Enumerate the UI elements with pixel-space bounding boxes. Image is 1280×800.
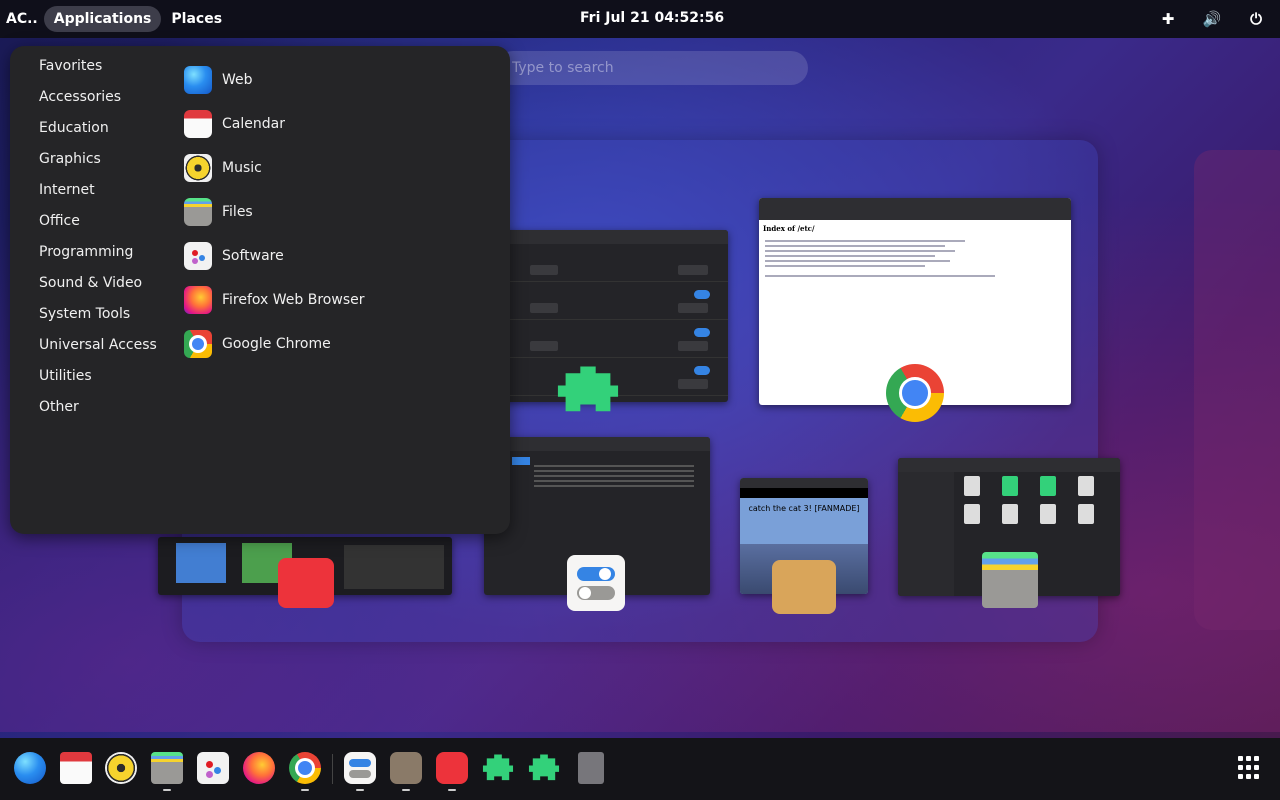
category-education[interactable]: Education — [39, 118, 157, 149]
files-icon[interactable] — [151, 752, 183, 791]
window-titlebar — [500, 230, 728, 244]
show-apps-grid-icon[interactable] — [1238, 756, 1262, 780]
app-label: Calendar — [222, 116, 285, 132]
game-title: catch the cat 3! [FANMADE] — [748, 504, 860, 513]
app-label: Google Chrome — [222, 336, 331, 352]
app-item-google-chrome[interactable]: Google Chrome — [184, 322, 365, 366]
search-input[interactable] — [512, 60, 792, 76]
clock[interactable]: Fri Jul 21 04:52:56 — [580, 10, 724, 26]
chrome-icon — [886, 364, 944, 422]
window-titlebar — [484, 437, 710, 451]
chrome-icon — [184, 330, 212, 358]
extensions-icon[interactable]: ✚ — [1158, 9, 1178, 29]
scratch-cat-icon — [772, 560, 836, 614]
extensions-icon[interactable] — [482, 754, 514, 781]
firefox-icon[interactable] — [243, 752, 275, 784]
category-programming[interactable]: Programming — [39, 242, 157, 273]
extension-row — [500, 244, 728, 282]
power-icon[interactable]: ⏻ — [1246, 9, 1266, 29]
category-universal-access[interactable]: Universal Access — [39, 335, 157, 366]
scratch-cat-icon[interactable] — [390, 752, 422, 791]
text-editor-icon[interactable] — [436, 752, 468, 791]
app-label: Software — [222, 248, 284, 264]
category-other[interactable]: Other — [39, 397, 157, 428]
category-system-tools[interactable]: System Tools — [39, 304, 157, 335]
music-icon — [184, 154, 212, 182]
app-item-firefox[interactable]: Firefox Web Browser — [184, 278, 365, 322]
files-icon — [982, 552, 1038, 608]
applications-menu: Favorites Accessories Education Graphics… — [10, 46, 510, 534]
dock-separator — [332, 754, 333, 784]
software-icon — [184, 242, 212, 270]
music-icon[interactable] — [105, 752, 137, 784]
text-editor-icon — [278, 558, 334, 608]
app-item-web[interactable]: Web — [184, 58, 365, 102]
next-workspace-thumbnail[interactable] — [1194, 150, 1280, 630]
page-heading: Index of /etc/ — [763, 224, 815, 233]
extensions-window[interactable] — [500, 230, 728, 402]
app-label: Web — [222, 72, 253, 88]
extension-row — [500, 320, 728, 358]
extension-manager-icon[interactable] — [528, 754, 560, 781]
category-office[interactable]: Office — [39, 211, 157, 242]
calendar-icon[interactable] — [60, 752, 92, 784]
calendar-icon — [184, 110, 212, 138]
app-item-music[interactable]: Music — [184, 146, 365, 190]
app-item-software[interactable]: Software — [184, 234, 365, 278]
web-browser-icon[interactable] — [14, 752, 46, 784]
firefox-icon — [184, 286, 212, 314]
app-label: Firefox Web Browser — [222, 292, 365, 308]
category-list: Favorites Accessories Education Graphics… — [39, 56, 157, 428]
software-icon[interactable] — [197, 752, 229, 784]
category-utilities[interactable]: Utilities — [39, 366, 157, 397]
files-icon — [184, 198, 212, 226]
app-label: Files — [222, 204, 253, 220]
settings-icon[interactable] — [344, 752, 376, 791]
app-label: Music — [222, 160, 262, 176]
web-browser-icon — [184, 66, 212, 94]
volume-icon[interactable]: 🔊 — [1202, 9, 1222, 29]
app-item-calendar[interactable]: Calendar — [184, 102, 365, 146]
window-titlebar — [759, 198, 1071, 220]
chrome-icon[interactable] — [289, 752, 321, 791]
category-graphics[interactable]: Graphics — [39, 149, 157, 180]
category-favorites[interactable]: Favorites — [39, 56, 157, 87]
settings-icon — [567, 555, 625, 611]
extension-row — [500, 282, 728, 320]
window-titlebar — [898, 458, 1120, 472]
search-bar[interactable] — [496, 51, 808, 85]
app-list: Web Calendar Music Files Software Firefo… — [184, 58, 365, 366]
top-bar: AC.. Applications Places Fri Jul 21 04:5… — [0, 0, 1280, 38]
dock — [0, 738, 1280, 800]
trash-icon[interactable] — [578, 752, 604, 784]
activities-button[interactable]: AC.. — [0, 6, 44, 32]
app-item-files[interactable]: Files — [184, 190, 365, 234]
category-accessories[interactable]: Accessories — [39, 87, 157, 118]
places-menu-button[interactable]: Places — [161, 6, 232, 32]
applications-menu-button[interactable]: Applications — [43, 6, 162, 32]
system-tray: ✚ 🔊 ⏻ — [1158, 9, 1266, 29]
window-titlebar — [740, 478, 868, 488]
category-internet[interactable]: Internet — [39, 180, 157, 211]
category-sound-video[interactable]: Sound & Video — [39, 273, 157, 304]
